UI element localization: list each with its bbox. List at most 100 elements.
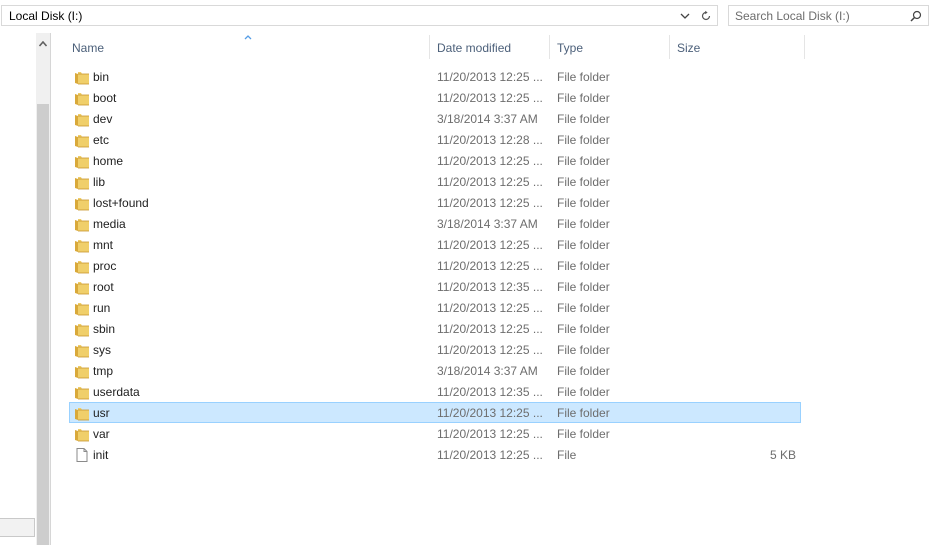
folder-icon	[74, 342, 90, 358]
search-input[interactable]	[735, 8, 900, 23]
file-name: dev	[93, 112, 113, 126]
chevron-down-icon[interactable]	[675, 6, 695, 25]
file-date-modified: 11/20/2013 12:25 ...	[437, 175, 543, 189]
folder-icon	[74, 279, 90, 295]
file-type: File	[557, 448, 577, 462]
file-date-modified: 11/20/2013 12:25 ...	[437, 259, 543, 273]
file-name: mnt	[93, 238, 114, 252]
column-header-row: Name Date modified Type Size	[51, 33, 811, 61]
file-row[interactable]: proc 11/20/2013 12:25 ... File folder	[69, 255, 801, 276]
column-header-date-modified[interactable]: Date modified	[437, 41, 511, 55]
file-row[interactable]: root 11/20/2013 12:35 ... File folder	[69, 276, 801, 297]
folder-icon	[74, 111, 90, 127]
file-row[interactable]: run 11/20/2013 12:25 ... File folder	[69, 297, 801, 318]
file-list: Name Date modified Type Size bin 11/20/20…	[51, 33, 950, 545]
navigation-pane[interactable]	[0, 33, 36, 545]
file-name: sbin	[93, 322, 116, 336]
column-divider[interactable]	[549, 35, 550, 59]
folder-icon	[74, 216, 90, 232]
file-date-modified: 11/20/2013 12:25 ...	[437, 427, 543, 441]
file-row[interactable]: lib 11/20/2013 12:25 ... File folder	[69, 171, 801, 192]
nav-pane-item[interactable]	[0, 518, 35, 537]
file-type: File folder	[557, 259, 610, 273]
file-name: proc	[93, 259, 117, 273]
file-row[interactable]: bin 11/20/2013 12:25 ... File folder	[69, 66, 801, 87]
file-type: File folder	[557, 343, 610, 357]
file-row[interactable]: home 11/20/2013 12:25 ... File folder	[69, 150, 801, 171]
file-date-modified: 3/18/2014 3:37 AM	[437, 364, 538, 378]
column-header-type[interactable]: Type	[557, 41, 583, 55]
file-type: File folder	[557, 112, 610, 126]
file-type: File folder	[557, 91, 610, 105]
file-type: File folder	[557, 196, 610, 210]
file-type: File folder	[557, 175, 610, 189]
search-box[interactable]	[728, 5, 929, 26]
folder-icon	[74, 321, 90, 337]
refresh-icon[interactable]	[695, 6, 717, 25]
column-header-name[interactable]: Name	[72, 41, 104, 55]
column-header-size[interactable]: Size	[677, 41, 700, 55]
file-name: usr	[93, 406, 110, 420]
file-date-modified: 11/20/2013 12:25 ...	[437, 406, 543, 420]
file-row[interactable]: tmp 3/18/2014 3:37 AM File folder	[69, 360, 801, 381]
folder-icon	[74, 90, 90, 106]
folder-icon	[74, 132, 90, 148]
file-date-modified: 3/18/2014 3:37 AM	[437, 217, 538, 231]
file-type: File folder	[557, 427, 610, 441]
file-date-modified: 11/20/2013 12:25 ...	[437, 322, 543, 336]
file-date-modified: 11/20/2013 12:35 ...	[437, 280, 543, 294]
file-name: run	[93, 301, 111, 315]
file-row[interactable]: var 11/20/2013 12:25 ... File folder	[69, 423, 801, 444]
sort-ascending-icon	[244, 35, 252, 40]
file-row[interactable]: boot 11/20/2013 12:25 ... File folder	[69, 87, 801, 108]
file-date-modified: 11/20/2013 12:25 ...	[437, 196, 543, 210]
file-date-modified: 11/20/2013 12:28 ...	[437, 133, 543, 147]
file-row[interactable]: usr 11/20/2013 12:25 ... File folder	[69, 402, 801, 423]
search-icon[interactable]	[908, 8, 924, 24]
file-date-modified: 11/20/2013 12:25 ...	[437, 448, 543, 462]
file-type: File folder	[557, 154, 610, 168]
folder-icon	[74, 174, 90, 190]
file-row[interactable]: sys 11/20/2013 12:25 ... File folder	[69, 339, 801, 360]
file-icon	[74, 447, 90, 463]
file-type: File folder	[557, 70, 610, 84]
file-row[interactable]: userdata 11/20/2013 12:35 ... File folder	[69, 381, 801, 402]
column-divider[interactable]	[429, 35, 430, 59]
scroll-up-arrow-icon[interactable]	[36, 33, 50, 55]
file-row[interactable]: etc 11/20/2013 12:28 ... File folder	[69, 129, 801, 150]
address-bar[interactable]: Local Disk (I:)	[1, 5, 718, 26]
folder-icon	[74, 69, 90, 85]
column-divider[interactable]	[669, 35, 670, 59]
folder-icon	[74, 237, 90, 253]
file-date-modified: 11/20/2013 12:25 ...	[437, 154, 543, 168]
folder-icon	[74, 405, 90, 421]
file-row[interactable]: lost+found 11/20/2013 12:25 ... File folde…	[69, 192, 801, 213]
file-name: sys	[93, 343, 111, 357]
file-date-modified: 11/20/2013 12:25 ...	[437, 91, 543, 105]
file-row[interactable]: sbin 11/20/2013 12:25 ... File folder	[69, 318, 801, 339]
file-row[interactable]: mnt 11/20/2013 12:25 ... File folder	[69, 234, 801, 255]
file-row[interactable]: init 11/20/2013 12:25 ... File 5 KB	[69, 444, 801, 465]
file-row[interactable]: media 3/18/2014 3:37 AM File folder	[69, 213, 801, 234]
file-name: etc	[93, 133, 110, 147]
folder-icon	[74, 426, 90, 442]
file-name: lost+found	[93, 196, 149, 210]
file-type: File folder	[557, 280, 610, 294]
folder-icon	[74, 153, 90, 169]
file-name: tmp	[93, 364, 114, 378]
file-size: 5 KB	[769, 448, 796, 462]
file-type: File folder	[557, 385, 610, 399]
file-row[interactable]: dev 3/18/2014 3:37 AM File folder	[69, 108, 801, 129]
file-name: lib	[93, 175, 106, 189]
folder-icon	[74, 258, 90, 274]
address-path[interactable]: Local Disk (I:)	[9, 9, 82, 23]
folder-icon	[74, 195, 90, 211]
file-type: File folder	[557, 322, 610, 336]
folder-icon	[74, 300, 90, 316]
file-date-modified: 11/20/2013 12:25 ...	[437, 238, 543, 252]
file-name: userdata	[93, 385, 140, 399]
column-divider[interactable]	[804, 35, 805, 59]
scrollbar-thumb[interactable]	[37, 104, 49, 545]
file-type: File folder	[557, 238, 610, 252]
nav-pane-scrollbar[interactable]	[36, 33, 50, 545]
